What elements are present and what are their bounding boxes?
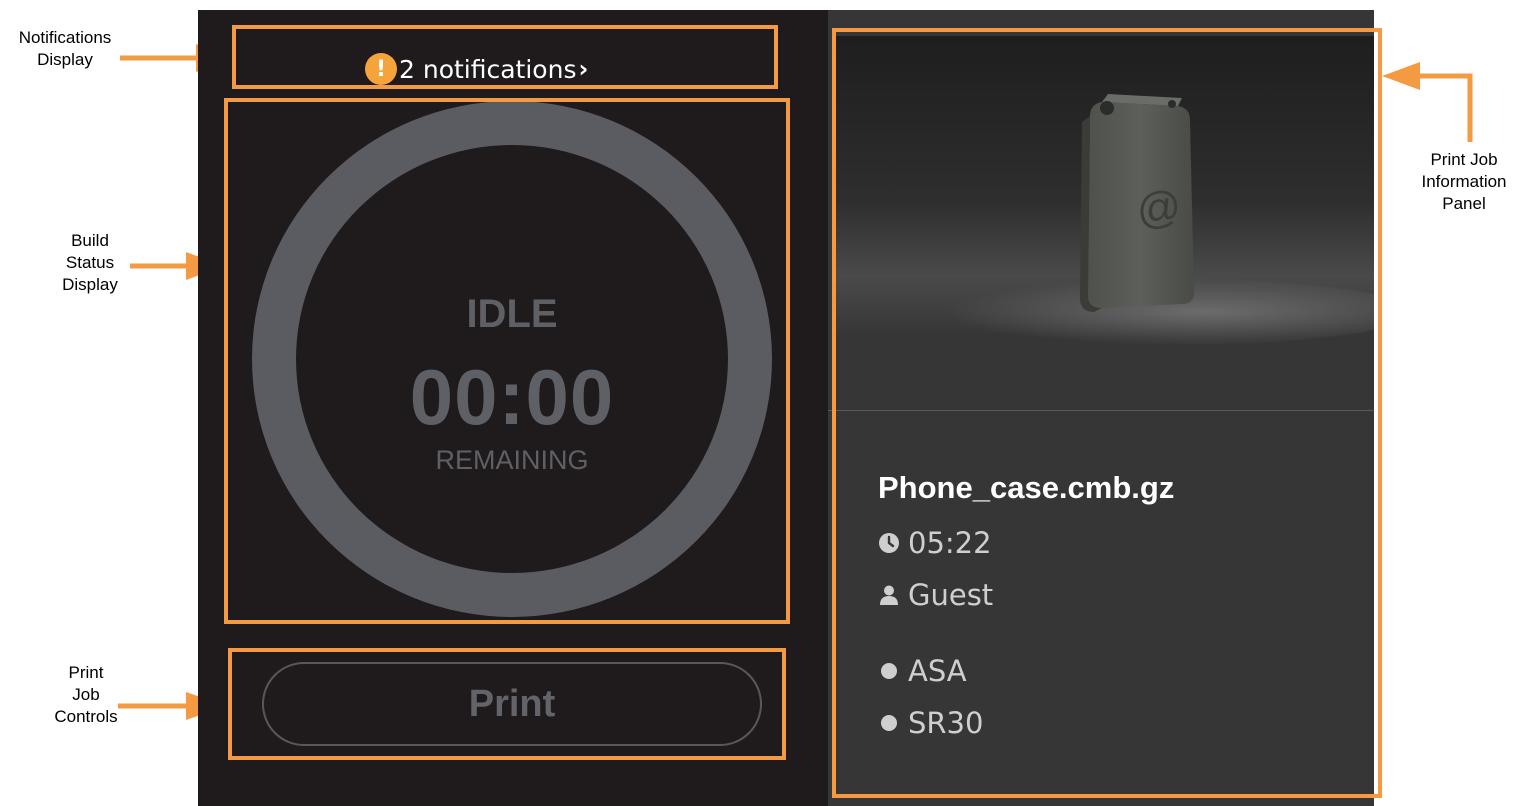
frame-build-status-display xyxy=(224,98,790,624)
callout-label-print-job-info: Print Job Information Panel xyxy=(1421,150,1507,213)
arrow-print-job-info xyxy=(1382,62,1473,142)
callout-label-build-status: Build Status Display xyxy=(62,231,118,294)
frame-print-job-controls xyxy=(228,648,786,760)
callout-label-print-job-controls: Print Job Controls xyxy=(54,663,118,726)
frame-notifications-display xyxy=(232,25,778,89)
callout-label-notifications: Notifications Display xyxy=(18,28,112,69)
frame-print-job-info-panel xyxy=(832,28,1382,798)
